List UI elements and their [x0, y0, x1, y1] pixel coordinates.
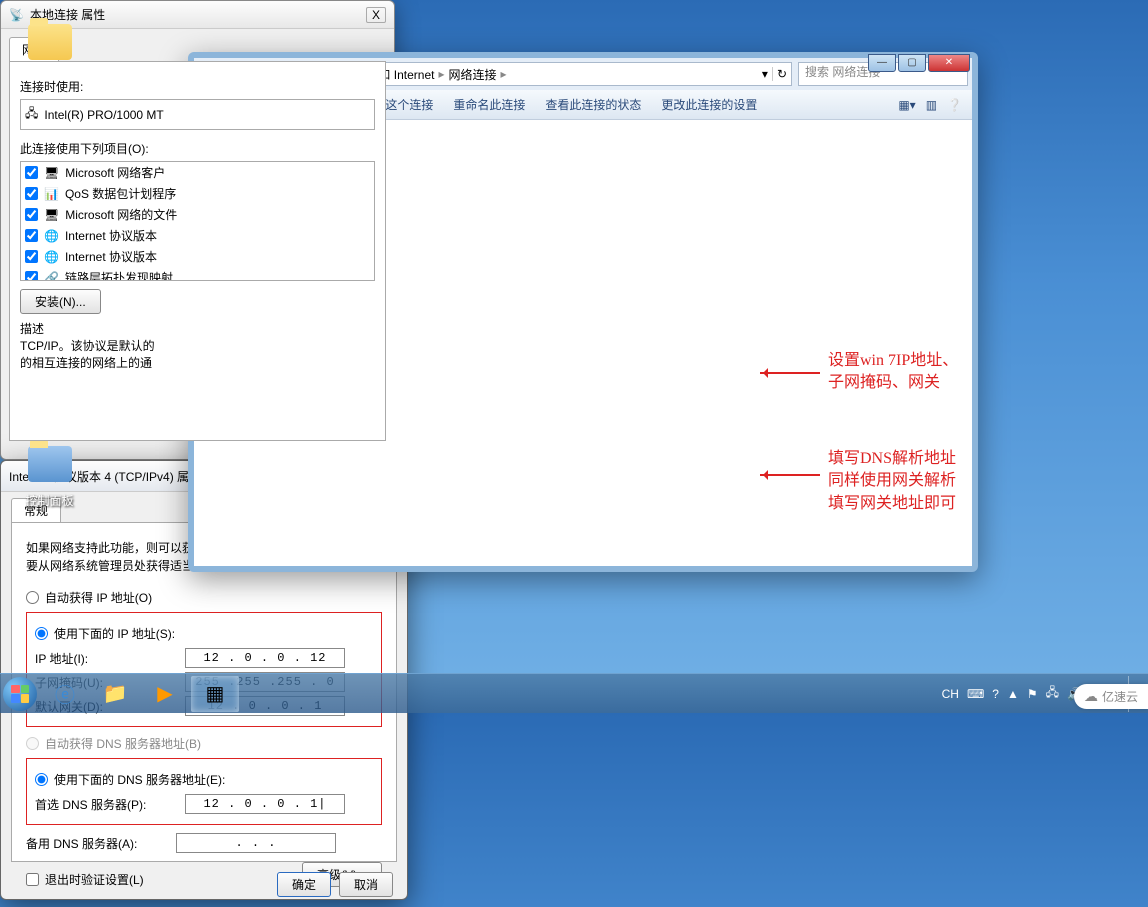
- list-item-check[interactable]: [25, 187, 38, 200]
- adapter-field: 🖧 Intel(R) PRO/1000 MT: [20, 99, 375, 130]
- dns2-input[interactable]: . . .: [176, 833, 336, 853]
- cancel-button[interactable]: 取消: [339, 872, 393, 897]
- connect-using-label: 连接时使用:: [20, 78, 375, 95]
- manual-dns-radio[interactable]: [35, 773, 48, 786]
- help-icon[interactable]: ❔: [947, 98, 962, 112]
- description-text: TCP/IP。该协议是默认的 的相互连接的网络上的通: [20, 337, 375, 371]
- tray-flag-icon[interactable]: ⚑: [1027, 687, 1038, 701]
- list-item-check[interactable]: [25, 208, 38, 221]
- tray-network-icon[interactable]: 🖧: [1046, 683, 1059, 704]
- auto-dns-radio: [26, 737, 39, 750]
- view-icon[interactable]: ▦▾: [898, 98, 915, 112]
- watermark: ☁ 亿速云: [1074, 684, 1148, 709]
- start-button[interactable]: [0, 674, 40, 714]
- lan-properties-window: 📡 本地连接 属性 X 网络 连接时使用: 🖧 Intel(R) PRO/100…: [0, 0, 395, 460]
- tray-lang[interactable]: CH: [942, 687, 959, 701]
- list-item-check[interactable]: [25, 229, 38, 242]
- dns1-label: 首选 DNS 服务器(P):: [35, 796, 185, 813]
- adapter-icon: 🖧: [25, 104, 38, 125]
- arrow-icon: [760, 474, 820, 476]
- annotation-ip: 设置win 7IP地址、 子网掩码、网关: [828, 350, 958, 395]
- tray-help-icon[interactable]: ?: [992, 687, 999, 701]
- list-item-check[interactable]: [25, 250, 38, 263]
- dns1-input[interactable]: 12 . 0 . 0 . 1|: [185, 794, 345, 814]
- taskbar-cpanel-icon[interactable]: ▦: [191, 676, 239, 712]
- close-button[interactable]: ✕: [928, 54, 970, 72]
- preview-icon[interactable]: ▥: [926, 98, 937, 112]
- list-item-check[interactable]: [25, 166, 38, 179]
- dns-section-highlight: 使用下面的 DNS 服务器地址(E): 首选 DNS 服务器(P):12 . 0…: [26, 758, 382, 825]
- toolbar-rename[interactable]: 重命名此连接: [453, 96, 525, 113]
- taskbar-ie-icon[interactable]: ⓔ: [41, 676, 89, 712]
- desktop-icon-cpanel[interactable]: 控制面板: [12, 440, 87, 509]
- maximize-button[interactable]: ▢: [898, 54, 926, 72]
- install-button[interactable]: 安装(N)...: [20, 289, 101, 314]
- tray-keyboard-icon[interactable]: ⌨: [967, 687, 984, 701]
- toolbar-status[interactable]: 查看此连接的状态: [545, 96, 641, 113]
- minimize-button[interactable]: —: [868, 54, 896, 72]
- description-label: 描述: [20, 320, 375, 337]
- ok-button[interactable]: 确定: [277, 872, 331, 897]
- tray-up-icon[interactable]: ▲: [1007, 687, 1019, 701]
- items-label: 此连接使用下列项目(O):: [20, 140, 375, 157]
- taskbar: ⓔ 📁 ▶ ▦ CH ⌨ ? ▲ ⚑ 🖧 🔊 13:41: [0, 673, 1148, 713]
- component-list[interactable]: 🖥 Microsoft 网络客户 📊 QoS 数据包计划程序 🖥 Microso…: [20, 161, 375, 281]
- annotation-dns: 填写DNS解析地址 同样使用网关解析 填写网关地址即可: [828, 448, 956, 515]
- taskbar-explorer-icon[interactable]: 📁: [91, 676, 139, 712]
- toolbar-change[interactable]: 更改此连接的设置: [661, 96, 757, 113]
- dns2-label: 备用 DNS 服务器(A):: [26, 835, 176, 852]
- taskbar-media-icon[interactable]: ▶: [141, 676, 189, 712]
- list-item-check[interactable]: [25, 271, 38, 281]
- arrow-icon: [760, 372, 820, 374]
- validate-checkbox[interactable]: [26, 873, 39, 886]
